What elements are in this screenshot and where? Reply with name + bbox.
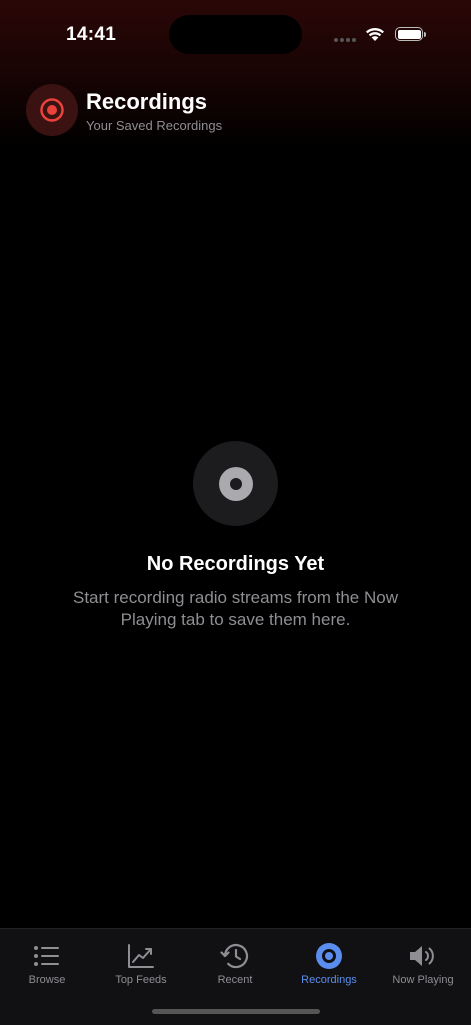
tab-label: Top Feeds	[115, 974, 167, 986]
tab-label: Recent	[217, 974, 253, 986]
status-bar: 14:41	[0, 0, 471, 70]
chart-trend-icon	[94, 941, 188, 971]
tab-top-feeds[interactable]: Top Feeds	[94, 929, 188, 999]
home-indicator	[152, 1009, 320, 1014]
empty-state-title: No Recordings Yet	[146, 553, 325, 575]
battery-icon	[395, 27, 426, 41]
record-icon	[26, 84, 78, 136]
tab-now-playing[interactable]: Now Playing	[376, 929, 470, 999]
list-icon	[0, 941, 94, 971]
tab-browse[interactable]: Browse	[0, 929, 94, 999]
tab-label: Browse	[28, 974, 66, 986]
page-title: Recordings	[86, 89, 208, 114]
disc-icon	[193, 441, 278, 526]
dynamic-island	[169, 15, 302, 54]
tab-label: Recordings	[301, 974, 357, 986]
status-time: 14:41	[66, 24, 117, 45]
signal-icon	[334, 38, 358, 43]
tab-recordings[interactable]: Recordings	[282, 929, 376, 999]
history-icon	[188, 941, 282, 971]
wifi-icon	[366, 27, 384, 41]
tab-label: Now Playing	[392, 974, 454, 986]
empty-state-message: Start recording radio streams from the N…	[72, 588, 398, 629]
speaker-icon	[376, 941, 470, 971]
page-subtitle: Your Saved Recordings	[86, 118, 223, 133]
tab-recent[interactable]: Recent	[188, 929, 282, 999]
record-icon	[282, 941, 376, 971]
page-header: Recordings Your Saved Recordings	[0, 82, 471, 138]
